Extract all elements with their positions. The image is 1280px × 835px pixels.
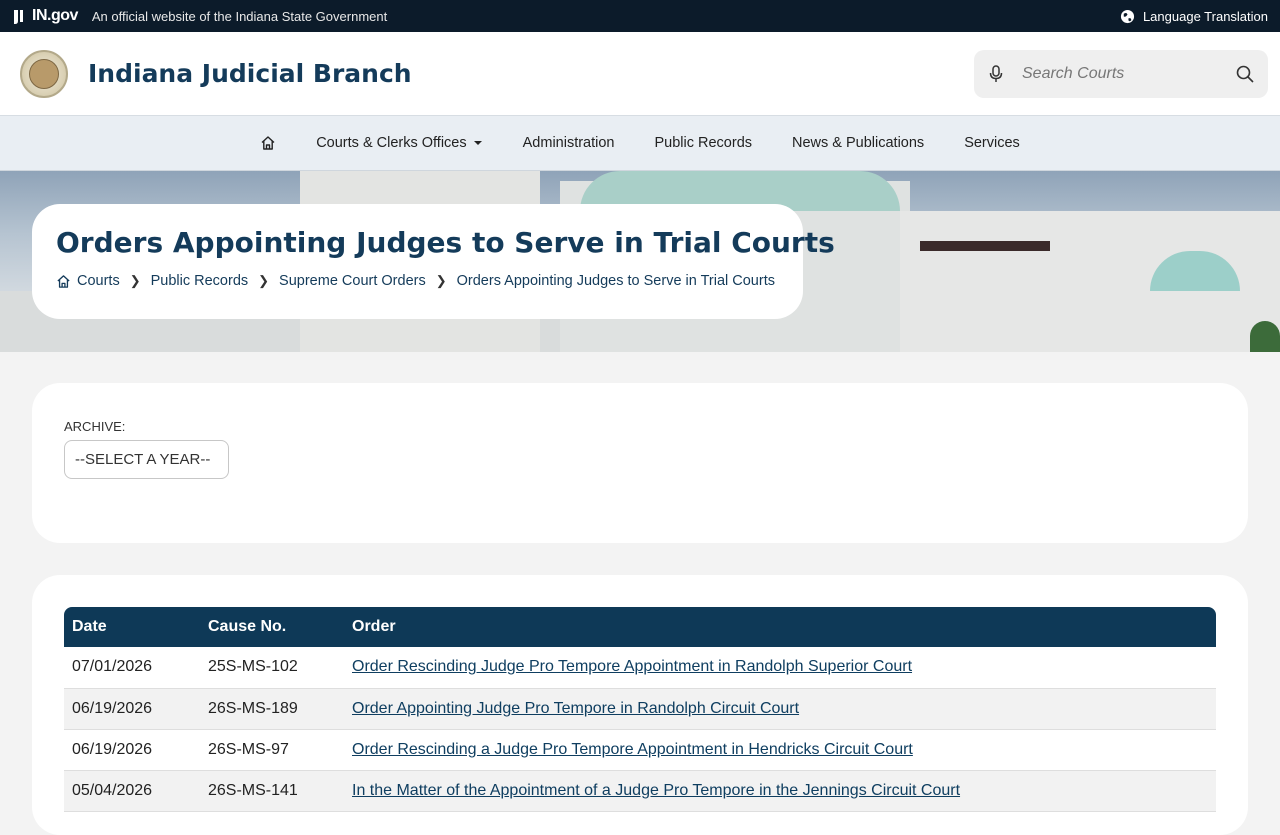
nav-label: Public Records [654, 135, 753, 151]
page-title: Orders Appointing Judges to Serve in Tri… [56, 226, 835, 259]
site-header: Indiana Judicial Branch Search Courts [0, 32, 1280, 116]
caret-down-icon [473, 141, 482, 145]
ingov-logo[interactable]: IN.gov [12, 7, 78, 25]
order-date: 06/19/2026 [64, 688, 200, 730]
nav-courts-clerks-offices[interactable]: Courts & Clerks Offices [316, 135, 482, 151]
table-row: 06/19/2026 26S-MS-189 Order Appointing J… [64, 688, 1216, 730]
nav-administration[interactable]: Administration [523, 135, 615, 151]
chevron-right-icon: ❯ [435, 273, 447, 288]
breadcrumb-courts[interactable]: Courts [77, 273, 120, 289]
state-seal-logo[interactable] [20, 49, 68, 98]
official-text: An official website of the Indiana State… [91, 8, 388, 24]
order-link[interactable]: Order Rescinding a Judge Pro Tempore App… [352, 741, 913, 758]
search-icon[interactable] [1236, 65, 1254, 83]
archive-panel: ARCHIVE: --SELECT A YEAR-- [32, 383, 1248, 543]
archive-label: ARCHIVE: [64, 419, 126, 434]
column-header-order: Order [344, 607, 1216, 647]
order-date: 06/19/2026 [64, 729, 200, 771]
table-header-row: Date Cause No. Order [64, 607, 1216, 647]
order-date: 07/01/2026 [64, 647, 200, 689]
home-icon [261, 136, 275, 150]
breadcrumb: Courts ❯ Public Records ❯ Supreme Court … [56, 273, 779, 289]
breadcrumb-public-records[interactable]: Public Records [151, 273, 249, 289]
order-date: 05/04/2026 [64, 770, 200, 812]
cause-number: 26S-MS-189 [200, 688, 344, 730]
orders-panel: Date Cause No. Order 07/01/2026 25S-MS-1… [32, 575, 1248, 835]
nav-home[interactable] [260, 135, 276, 151]
column-header-cause-no: Cause No. [200, 607, 344, 647]
home-icon[interactable] [56, 274, 71, 289]
language-translation-button[interactable]: Language Translation [1120, 0, 1268, 32]
nav-label: Administration [522, 135, 615, 151]
cause-number: 26S-MS-141 [200, 770, 344, 812]
nav-services[interactable]: Services [964, 135, 1020, 151]
table-row: 05/04/2026 26S-MS-141 In the Matter of t… [64, 770, 1216, 812]
cause-number: 25S-MS-102 [200, 647, 344, 689]
hero-banner: Orders Appointing Judges to Serve in Tri… [0, 171, 1280, 352]
table-row: 06/19/2026 26S-MS-97 Order Rescinding a … [64, 729, 1216, 771]
main-navigation: Courts & Clerks Offices Administration P… [0, 116, 1280, 171]
chevron-right-icon: ❯ [129, 273, 141, 288]
orders-table: Date Cause No. Order 07/01/2026 25S-MS-1… [64, 607, 1216, 812]
search-box[interactable]: Search Courts [974, 50, 1268, 98]
ingov-logo-text: IN.gov [32, 7, 78, 24]
page-title-card: Orders Appointing Judges to Serve in Tri… [32, 204, 835, 319]
nav-label: News & Publications [792, 135, 925, 151]
globe-icon [1120, 9, 1135, 23]
column-header-date: Date [64, 607, 200, 647]
site-name[interactable]: Indiana Judicial Branch [88, 59, 412, 88]
official-banner: IN.gov An official website of the Indian… [0, 0, 1280, 32]
ingov-mark-icon [14, 10, 23, 24]
cause-number: 26S-MS-97 [200, 729, 344, 771]
year-select[interactable]: --SELECT A YEAR-- [64, 440, 229, 479]
order-link[interactable]: In the Matter of the Appointment of a Ju… [352, 782, 960, 799]
order-link[interactable]: Order Rescinding Judge Pro Tempore Appoi… [352, 658, 912, 675]
breadcrumb-current-page: Orders Appointing Judges to Serve in Tri… [456, 273, 775, 289]
language-translation-label: Language Translation [1142, 8, 1268, 24]
search-input[interactable]: Search Courts [1022, 65, 1236, 83]
table-row: 07/01/2026 25S-MS-102 Order Rescinding J… [64, 647, 1216, 689]
breadcrumb-supreme-court-orders[interactable]: Supreme Court Orders [279, 273, 426, 289]
chevron-right-icon: ❯ [258, 273, 270, 288]
nav-news-publications[interactable]: News & Publications [792, 135, 924, 151]
microphone-icon[interactable] [988, 65, 1004, 83]
nav-label: Courts & Clerks Offices [316, 135, 467, 151]
order-link[interactable]: Order Appointing Judge Pro Tempore in Ra… [352, 700, 799, 717]
nav-label: Services [964, 135, 1020, 151]
nav-public-records[interactable]: Public Records [655, 135, 753, 151]
